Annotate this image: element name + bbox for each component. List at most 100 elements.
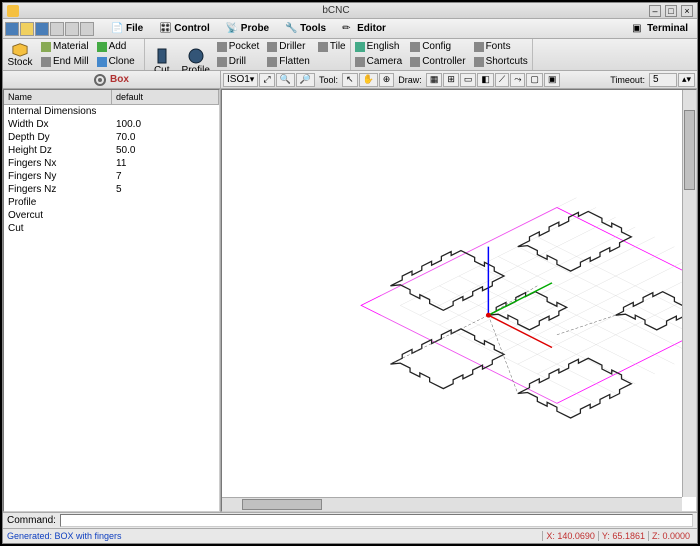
col-name-header[interactable]: Name [4,90,112,104]
draw-axes-button[interactable]: ⊞ [443,73,459,87]
english-button[interactable]: English [351,39,407,54]
menu-editor[interactable]: ✏Editor [335,20,393,38]
prop-value[interactable]: 70.0 [112,131,219,144]
prop-value[interactable]: 50.0 [112,144,219,157]
window-title: bCNC [23,5,649,16]
draw-grid-button[interactable]: ▦ [426,73,443,87]
camera-icon [355,57,365,67]
driller-button[interactable]: Driller [263,39,314,54]
table-row[interactable]: Internal Dimensions [4,105,219,118]
fonts-icon [474,42,484,52]
draw-rapid-button[interactable]: ⤳ [510,73,525,87]
prop-name: Height Dz [4,144,112,157]
timeout-spinner[interactable]: ▴▾ [678,73,695,87]
prop-value[interactable] [112,105,219,118]
driller-icon [267,42,277,52]
add-button[interactable]: Add [93,39,131,54]
table-row[interactable]: Fingers Nx11 [4,157,219,170]
canvas-toolbar: ISO1 ▾ ⤢ 🔍 🔎 Tool: ↖ ✋ ⊕ Draw: ▦ ⊞ ▭ ◧ ⟋… [221,71,697,89]
vertical-scrollbar[interactable] [682,90,696,497]
status-y: Y: 65.1861 [598,531,648,541]
zoom-fit-button[interactable]: ⤢ [259,73,274,87]
config-button[interactable]: Config [406,39,469,54]
command-label: Command: [7,515,56,526]
close-button[interactable]: × [681,5,693,17]
command-input[interactable] [60,514,693,527]
prop-value[interactable]: 100.0 [112,118,219,131]
material-icon [41,42,51,52]
select-tool-button[interactable]: ↖ [342,73,358,87]
pocket-icon [217,42,227,52]
clone-button[interactable]: Clone [93,54,139,69]
status-x: X: 140.0690 [542,531,598,541]
status-z: Z: 0.0000 [648,531,693,541]
prop-value[interactable]: 7 [112,170,219,183]
prop-value[interactable] [112,196,219,209]
draw-camera-button[interactable]: ▣ [544,73,561,87]
left-panel: Box Name default Internal DimensionsWidt… [3,71,221,512]
save-icon[interactable] [35,22,49,36]
table-row[interactable]: Fingers Nz5 [4,183,219,196]
panel-title: Box [110,74,129,85]
file-icon: 📄 [111,23,123,35]
undo-icon[interactable] [65,22,79,36]
redo-icon[interactable] [80,22,94,36]
prop-name: Overcut [4,209,112,222]
gear-icon [94,74,106,86]
menu-control[interactable]: 🎛Control [152,20,217,38]
menu-tools[interactable]: 🔧Tools [278,20,333,38]
maximize-button[interactable]: □ [665,5,677,17]
material-button[interactable]: Material [37,39,93,54]
endmill-button[interactable]: End Mill [37,54,93,69]
table-row[interactable]: Cut [4,222,219,235]
timeout-value[interactable]: 5 [649,73,677,87]
tile-button[interactable]: Tile [314,39,350,54]
draw-margin-button[interactable]: ▭ [460,73,477,87]
control-icon: 🎛 [159,23,171,35]
prop-value[interactable] [112,222,219,235]
table-row[interactable]: Profile [4,196,219,209]
zoom-out-button[interactable]: 🔎 [296,73,315,87]
draw-probe-button[interactable]: ◧ [477,73,494,87]
pan-tool-button[interactable]: ✋ [359,73,378,87]
tile-icon [318,42,328,52]
flatten-icon [267,57,277,67]
table-row[interactable]: Width Dx100.0 [4,118,219,131]
status-message: Generated: BOX with fingers [7,531,542,541]
shortcuts-icon [474,57,484,67]
col-default-header[interactable]: default [112,90,219,104]
flatten-button[interactable]: Flatten [263,54,314,69]
menu-file[interactable]: 📄File [104,20,150,38]
prop-value[interactable] [112,209,219,222]
table-row[interactable]: Depth Dy70.0 [4,131,219,144]
menu-probe[interactable]: 📡Probe [219,20,276,38]
panel-header: Box [3,71,220,89]
globe-icon [355,42,365,52]
draw-workarea-button[interactable]: ▢ [526,73,543,87]
open-icon[interactable] [20,22,34,36]
fonts-button[interactable]: Fonts [470,39,532,54]
table-row[interactable]: Overcut [4,209,219,222]
stock-button[interactable]: Stock [3,39,37,70]
draw-paths-button[interactable]: ⟋ [495,73,509,87]
view-selector[interactable]: ISO1 ▾ [223,73,258,87]
new-icon[interactable] [5,22,19,36]
canvas-viewport[interactable] [221,89,697,512]
menu-terminal[interactable]: ▣Terminal [625,20,695,38]
table-row[interactable]: Fingers Ny7 [4,170,219,183]
camera-button[interactable]: Camera [351,54,407,69]
pocket-button[interactable]: Pocket [213,39,264,54]
dropdown-icon[interactable] [50,22,64,36]
tools-icon: 🔧 [285,23,297,35]
probe-icon: 📡 [226,23,238,35]
horizontal-scrollbar[interactable] [222,497,682,511]
zoom-in-button[interactable]: 🔍 [276,73,295,87]
drill-button[interactable]: Drill [213,54,264,69]
prop-value[interactable]: 5 [112,183,219,196]
controller-button[interactable]: Controller [406,54,469,69]
minimize-button[interactable]: – [649,5,661,17]
gantry-tool-button[interactable]: ⊕ [379,73,395,87]
table-row[interactable]: Height Dz50.0 [4,144,219,157]
prop-value[interactable]: 11 [112,157,219,170]
shortcuts-button[interactable]: Shortcuts [470,54,532,69]
